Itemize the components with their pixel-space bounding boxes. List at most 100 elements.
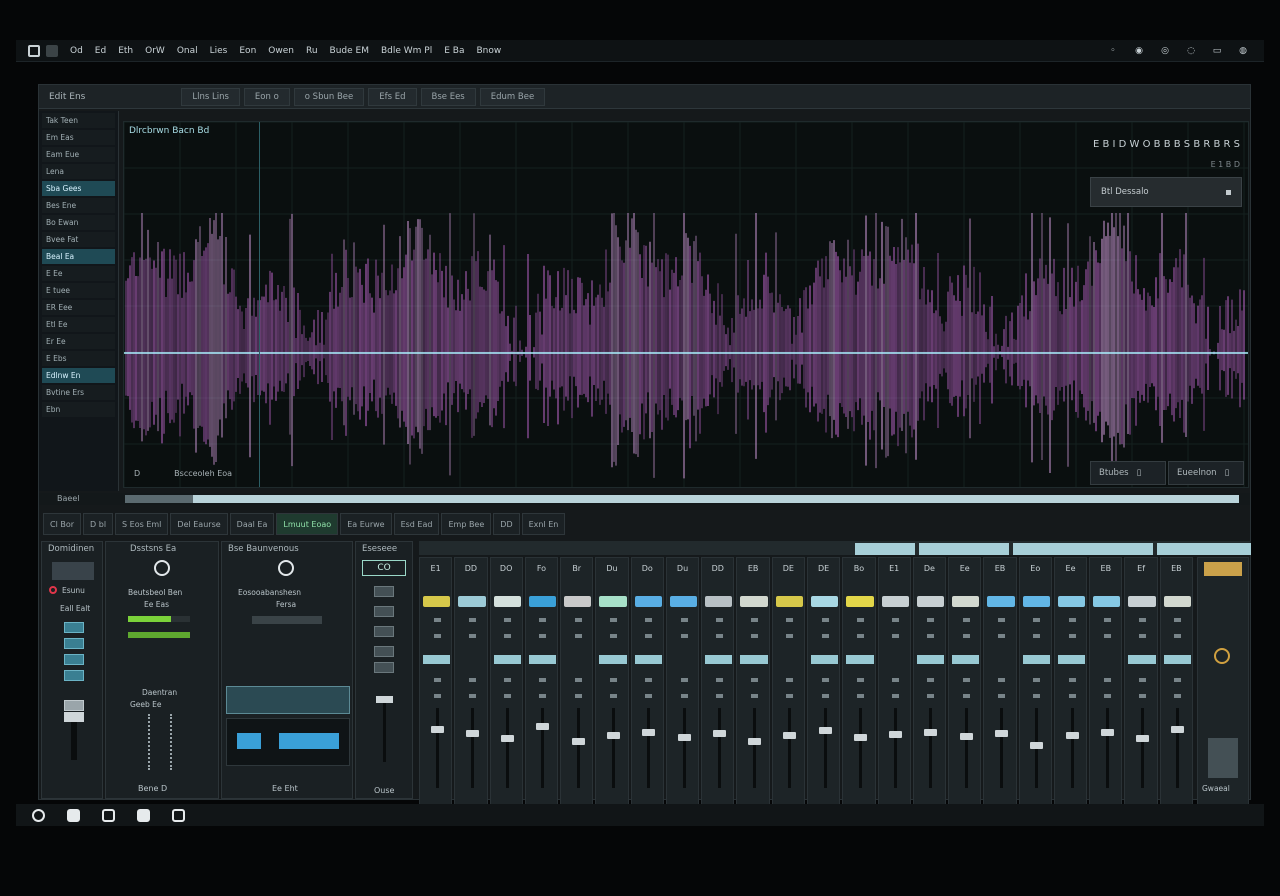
aux-slot[interactable] (374, 606, 394, 617)
bottom-button-b[interactable]: Eueelnon ▯ (1168, 461, 1244, 485)
fader-track[interactable] (682, 708, 686, 788)
fader-track[interactable] (1070, 708, 1074, 788)
reverb-slider[interactable] (252, 616, 322, 624)
fader-track[interactable] (435, 708, 439, 788)
fader-track[interactable] (788, 708, 792, 788)
aux-slot[interactable] (374, 646, 394, 657)
input-fader-track[interactable] (71, 720, 77, 760)
channel-button[interactable] (1174, 694, 1182, 698)
fader-cap[interactable] (1100, 728, 1114, 736)
channel-button[interactable] (997, 694, 1005, 698)
plugin-slot[interactable] (423, 596, 451, 607)
app-icon[interactable] (28, 44, 40, 57)
app-icon[interactable] (67, 808, 80, 822)
menu-item[interactable]: Od (64, 46, 89, 56)
track-item[interactable]: Em Eas (42, 130, 115, 145)
menu-item[interactable]: Bdle Wm Pl (375, 46, 438, 56)
toolstrip-button[interactable]: S Eos Eml (115, 513, 169, 535)
track-item[interactable]: Etl Ee (42, 317, 115, 332)
track-item[interactable]: Beal Ea (42, 249, 115, 264)
wifi-icon[interactable]: ◎ (1160, 46, 1170, 56)
pan-control[interactable] (705, 655, 733, 664)
plugin-slot[interactable] (669, 596, 698, 607)
channel-button[interactable] (574, 618, 582, 622)
channel-button[interactable] (751, 618, 759, 622)
plugin-slot[interactable] (634, 596, 662, 607)
fader-cap[interactable] (748, 738, 762, 746)
menu-item[interactable]: Eth (112, 46, 139, 56)
channel-button[interactable] (645, 694, 653, 698)
channel-button[interactable] (997, 634, 1005, 638)
fader-track[interactable] (858, 708, 862, 788)
fader-track[interactable] (823, 708, 827, 788)
menu-item[interactable]: Ru (300, 46, 324, 56)
plugin-slot[interactable] (1093, 596, 1121, 607)
channel-button[interactable] (927, 694, 935, 698)
pan-control[interactable] (599, 655, 627, 664)
channel-button[interactable] (962, 634, 970, 638)
scrub-selection[interactable] (193, 495, 1239, 503)
plugin-slot[interactable] (705, 596, 733, 607)
channel-button[interactable] (856, 694, 864, 698)
pan-control[interactable] (846, 655, 874, 664)
plugin-slot[interactable] (528, 596, 557, 607)
plugin-slot[interactable] (493, 596, 521, 607)
fader-cap[interactable] (853, 734, 867, 742)
channel-button[interactable] (715, 678, 723, 682)
track-item[interactable]: Bo Ewan (42, 215, 115, 230)
channel-button[interactable] (1103, 634, 1111, 638)
input-selector[interactable] (52, 562, 94, 580)
fader-cap[interactable] (465, 730, 479, 738)
channel-button[interactable] (1174, 618, 1182, 622)
channel-button[interactable] (609, 634, 617, 638)
fader-cap[interactable] (677, 733, 691, 741)
channel-button[interactable] (1033, 678, 1041, 682)
plugin-slot[interactable] (775, 596, 803, 607)
ratio-slider[interactable] (170, 714, 174, 770)
aux-fader-cap[interactable] (376, 696, 393, 703)
channel-button[interactable] (927, 634, 935, 638)
fader-track[interactable] (647, 708, 651, 788)
channel-button[interactable] (609, 618, 617, 622)
settings-icon[interactable]: ◦ (1108, 46, 1118, 56)
fader-track[interactable] (717, 708, 721, 788)
track-item[interactable]: Bvee Fat (42, 232, 115, 247)
track-item[interactable]: Bvtine Ers (42, 385, 115, 400)
toolstrip-button[interactable]: Esd Ead (393, 513, 440, 535)
track-item[interactable]: Edlnw En (42, 368, 115, 383)
aux-slot[interactable] (374, 586, 394, 597)
toolstrip-button[interactable]: Ea Eurwe (340, 513, 392, 535)
menu-item[interactable]: Ed (89, 46, 112, 56)
channel-button[interactable] (821, 694, 829, 698)
channel-button[interactable] (680, 634, 688, 638)
fader-cap[interactable] (994, 730, 1008, 738)
track-item[interactable]: Ebn (42, 402, 115, 417)
header-segment[interactable]: Eon o (243, 87, 290, 106)
fader-cap[interactable] (712, 729, 726, 737)
channel-button[interactable] (645, 678, 653, 682)
overlay-dropdown[interactable]: Btl Dessalo (1090, 177, 1242, 207)
fader-track[interactable] (753, 708, 757, 788)
channel-button[interactable] (715, 694, 723, 698)
channel-button[interactable] (680, 618, 688, 622)
toolstrip-button[interactable]: DD (493, 513, 520, 535)
channel-button[interactable] (504, 678, 512, 682)
pan-control[interactable] (916, 655, 945, 664)
fader-cap[interactable] (924, 728, 938, 736)
channel-button[interactable] (539, 618, 547, 622)
channel-button[interactable] (892, 678, 900, 682)
fader-cap[interactable] (501, 735, 515, 743)
channel-button[interactable] (574, 634, 582, 638)
aux-slot[interactable] (374, 626, 394, 637)
channel-button[interactable] (1068, 694, 1076, 698)
input-button[interactable] (64, 700, 84, 711)
channel-button[interactable] (1068, 678, 1076, 682)
fader-track[interactable] (999, 708, 1003, 788)
channel-button[interactable] (433, 634, 441, 638)
header-segment[interactable]: Llns Lins (181, 87, 240, 106)
plugin-slot[interactable] (1022, 596, 1050, 607)
menu-item[interactable]: Eon (233, 46, 262, 56)
header-segment[interactable]: o Sbun Bee (293, 87, 365, 106)
track-item[interactable]: Lena (42, 164, 115, 179)
track-item[interactable]: Tak Teen (42, 113, 115, 128)
